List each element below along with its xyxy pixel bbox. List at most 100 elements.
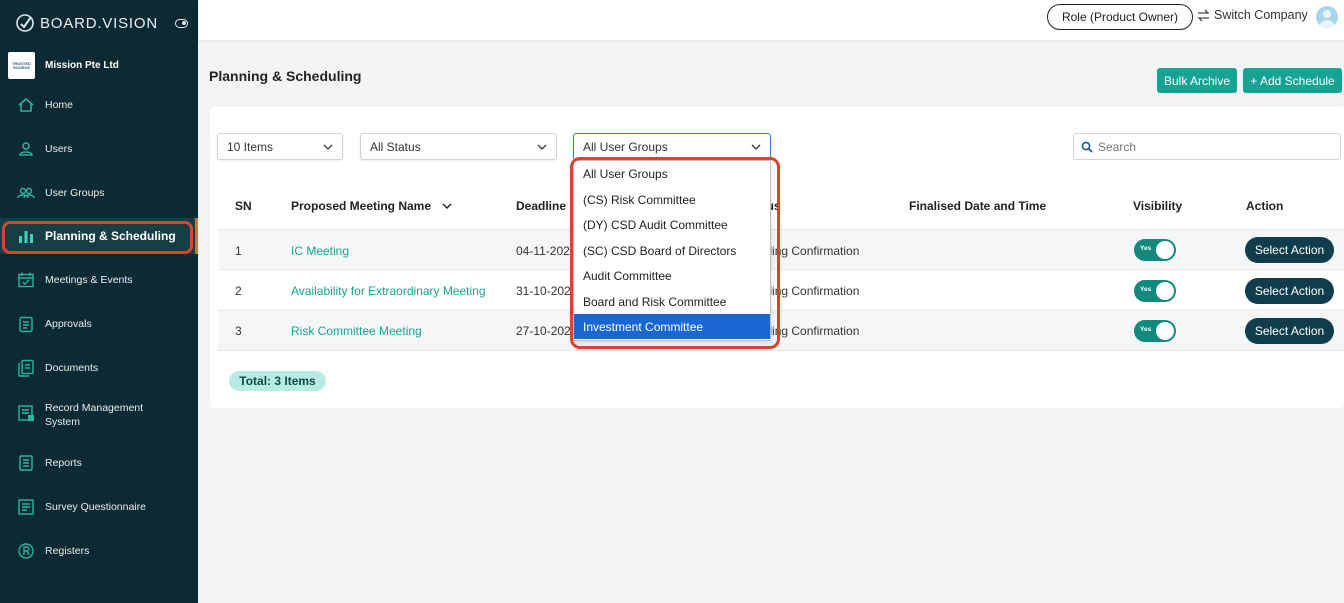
status-filter-select[interactable]: All Status [360,133,557,160]
user-icon [17,140,35,158]
toggle-knob [1156,241,1174,259]
sidebar-item-meetings-events[interactable]: Meetings & Events [0,262,198,298]
column-header-deadline: Deadline [516,199,567,213]
visibility-toggle[interactable]: Yes [1134,239,1176,261]
toggle-label: Yes [1140,245,1152,252]
sidebar-item-label: Approvals [45,318,92,330]
dropdown-option-highlighted[interactable]: Investment Committee [574,314,770,339]
column-header-meeting-name[interactable]: Proposed Meeting Name [291,199,452,213]
calendar-icon [17,271,35,289]
sidebar-item-label: Users [45,143,73,155]
row-deadline: 04-11-2023 [516,244,577,258]
switch-company-label: Switch Company [1214,8,1308,22]
dropdown-option[interactable]: Board and Risk Committee [574,289,770,314]
dropdown-option[interactable]: (DY) CSD Audit Committee [574,212,770,237]
user-groups-dropdown-list: All User Groups (CS) Risk Committee (DY)… [573,160,771,341]
column-header-sn: SN [235,199,252,213]
sidebar-item-label: Meetings & Events [45,274,133,286]
dropdown-option[interactable]: (SC) CSD Board of Directors [574,238,770,263]
survey-icon [17,498,35,516]
sidebar-item-approvals[interactable]: Approvals [0,306,198,342]
page-title: Planning & Scheduling [209,68,362,84]
record-icon [17,404,35,422]
sidebar-item-users[interactable]: Users [0,131,198,167]
sidebar-item-label: Reports [45,457,82,469]
board-vision-logo-icon [16,14,34,32]
search-placeholder: Search [1098,139,1137,154]
chevron-down-icon [323,144,333,150]
switch-company-button[interactable]: Switch Company [1197,8,1308,22]
search-icon [1081,141,1093,153]
sidebar-item-reports[interactable]: Reports [0,445,198,481]
toggle-knob [1156,322,1174,340]
sidebar-item-user-groups[interactable]: User Groups [0,175,198,211]
select-action-button[interactable]: Select Action [1245,278,1334,304]
bulk-archive-button[interactable]: Bulk Archive [1157,68,1237,93]
column-header-action: Action [1246,199,1284,213]
sidebar-item-label: Documents [45,362,99,374]
column-header-label: Proposed Meeting Name [291,199,432,213]
items-per-page-select[interactable]: 10 Items [217,133,343,160]
company-logo: TRUSTED SOURCE [8,52,35,79]
row-sn: 3 [235,324,242,338]
total-items-badge: Total: 3 Items [229,371,326,391]
sidebar-item-label: Record Management System [45,402,144,428]
row-deadline: 27-10-2023 [516,324,578,338]
user-groups-filter-value: All User Groups [583,139,668,154]
active-indicator [195,218,198,254]
registered-icon [17,542,35,560]
company-switcher[interactable]: TRUSTED SOURCE Mission Pte Ltd [8,52,119,79]
visibility-toggle[interactable]: Yes [1134,320,1176,342]
meeting-name-link[interactable]: IC Meeting [291,244,349,258]
brand-name: BOARD.VISION [40,14,158,32]
meeting-name-link[interactable]: Risk Committee Meeting [291,324,422,338]
meeting-name-link[interactable]: Availability for Extraordinary Meeting [291,284,486,298]
select-action-button[interactable]: Select Action [1245,318,1334,344]
sidebar-item-documents[interactable]: Documents [0,350,198,386]
sidebar-item-survey-questionnaire[interactable]: Survey Questionnaire [0,489,198,525]
brand-logo[interactable]: BOARD.VISION [14,12,158,34]
bar-chart-icon [17,227,35,245]
dropdown-option[interactable]: (CS) Risk Committee [574,187,770,212]
clipboard-icon [17,315,35,333]
report-icon [17,454,35,472]
column-header-visibility: Visibility [1133,199,1183,213]
row-deadline: 31-10-2023 [516,284,578,298]
company-name: Mission Pte Ltd [45,60,119,71]
chevron-down-icon [751,144,761,150]
toggle-knob [1156,282,1174,300]
sort-chevron-icon [442,203,452,210]
toggle-label: Yes [1140,286,1152,293]
row-sn: 1 [235,244,242,258]
sidebar: BOARD.VISION TRUSTED SOURCE Mission Pte … [0,0,198,603]
user-avatar[interactable] [1316,6,1338,28]
sidebar-toggle-icon[interactable] [175,19,188,28]
sidebar-item-home[interactable]: Home [0,87,198,123]
toggle-label: Yes [1140,326,1152,333]
search-input[interactable]: Search [1073,133,1341,160]
top-bar: Role (Product Owner) Switch Company [198,0,1344,40]
home-icon [17,96,35,114]
status-filter-value: All Status [370,139,421,154]
user-groups-filter-select[interactable]: All User Groups [573,133,771,160]
sidebar-item-label: Planning & Scheduling [45,229,176,243]
document-icon [17,359,35,377]
chevron-down-icon [537,144,547,150]
sidebar-item-label: Home [45,99,74,111]
visibility-toggle[interactable]: Yes [1134,280,1176,302]
role-button[interactable]: Role (Product Owner) [1047,4,1193,30]
sidebar-item-record-management[interactable]: Record Management System [0,397,198,433]
items-per-page-value: 10 Items [227,139,274,154]
users-icon [17,184,35,202]
sidebar-item-registers[interactable]: Registers [0,533,198,569]
sidebar-item-label: Survey Questionnaire [45,501,146,513]
select-action-button[interactable]: Select Action [1245,237,1334,263]
dropdown-option[interactable]: All User Groups [574,161,770,186]
dropdown-option[interactable]: Audit Committee [574,263,770,288]
sidebar-item-planning-scheduling[interactable]: Planning & Scheduling [0,218,198,254]
add-schedule-button[interactable]: + Add Schedule [1243,68,1342,93]
sidebar-item-label: User Groups [45,187,105,199]
sidebar-item-label: Registers [45,545,90,557]
swap-icon [1197,9,1210,21]
column-header-finalised: Finalised Date and Time [909,199,1047,213]
